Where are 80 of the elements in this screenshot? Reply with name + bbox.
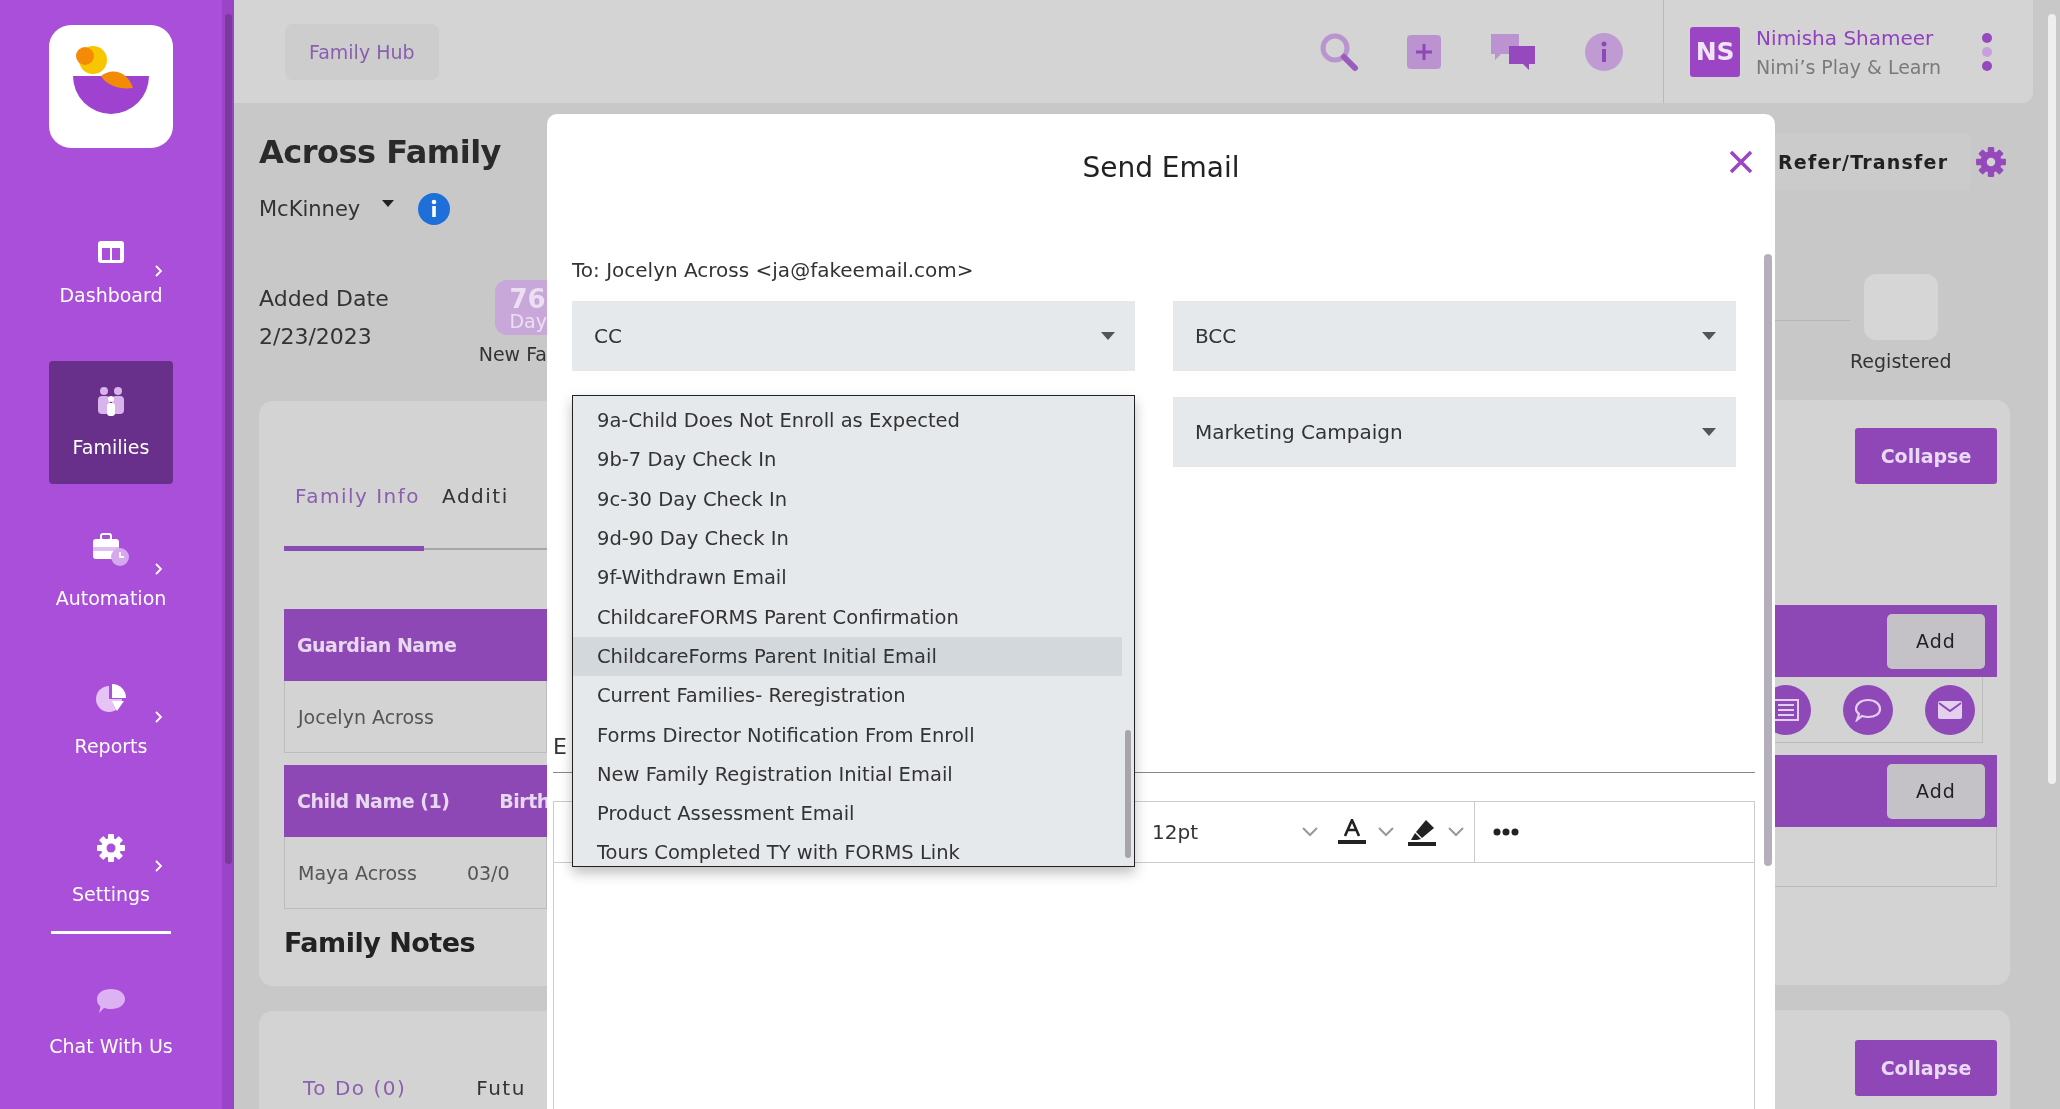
pie-chart-icon bbox=[95, 682, 127, 715]
cc-select[interactable]: CC bbox=[572, 301, 1135, 371]
table-cell: Maya Across bbox=[298, 861, 417, 884]
scrollbar[interactable] bbox=[1125, 730, 1131, 858]
sidebar-item[interactable]: Chat With Us bbox=[49, 960, 173, 1083]
dialog-title: Send Email bbox=[1082, 149, 1240, 184]
list-option[interactable]: 9a-Child Does Not Enroll as Expected bbox=[573, 401, 1122, 441]
envelope-icon[interactable] bbox=[1937, 699, 1963, 720]
email-button[interactable] bbox=[1925, 684, 1975, 735]
list-option[interactable]: ChildcareFORMS Parent Confirmation bbox=[573, 597, 1122, 637]
collapse-button[interactable]: Collapse bbox=[1855, 428, 1997, 484]
more-icon[interactable] bbox=[1493, 828, 1519, 836]
campaign-select[interactable]: Marketing Campaign bbox=[1173, 397, 1736, 467]
document-button[interactable] bbox=[1775, 684, 1811, 735]
list-option[interactable]: Forms Director Notification From Enroll bbox=[573, 715, 1122, 755]
search-icon[interactable] bbox=[1319, 31, 1360, 72]
sidebar-item[interactable]: Automation bbox=[49, 509, 173, 633]
chevron-icon[interactable] bbox=[1448, 827, 1464, 837]
added-date-label: Added Date bbox=[259, 285, 389, 313]
field-label: E bbox=[553, 734, 567, 759]
user-name: Nimisha Shameer bbox=[1756, 25, 1935, 50]
sidebar-item[interactable]: Settings bbox=[49, 807, 173, 931]
scrollbar[interactable] bbox=[2048, 14, 2056, 784]
caret-icon[interactable] bbox=[1702, 332, 1716, 340]
column-header: Guardian Name bbox=[297, 634, 457, 656]
chat-bubbles-icon[interactable] bbox=[1489, 31, 1538, 72]
add-icon[interactable] bbox=[1407, 34, 1442, 69]
list-option[interactable]: 9f-Withdrawn Email bbox=[573, 558, 1122, 598]
font-size-select[interactable]: 12pt bbox=[1152, 820, 1302, 844]
add-button[interactable]: Add bbox=[1887, 763, 1985, 819]
user-avatar[interactable]: NS bbox=[1690, 26, 1741, 77]
info-icon[interactable] bbox=[418, 193, 451, 225]
scrollbar[interactable] bbox=[225, 14, 232, 864]
chevron-icon[interactable] bbox=[1378, 827, 1394, 837]
caret-icon[interactable] bbox=[382, 199, 395, 207]
document-icon[interactable] bbox=[1775, 698, 1799, 721]
tab[interactable]: Additi bbox=[431, 484, 520, 548]
section-title: Family Notes bbox=[284, 927, 477, 958]
family-title: Across Family bbox=[259, 133, 502, 171]
tab[interactable]: Futu bbox=[476, 1075, 526, 1101]
message-button[interactable] bbox=[1843, 684, 1893, 735]
sidebar-item[interactable]: Dashboard bbox=[49, 211, 173, 335]
chevron-icon[interactable] bbox=[1302, 827, 1318, 837]
briefcase-clock-icon bbox=[91, 533, 131, 567]
bcc-select[interactable]: BCC bbox=[1173, 301, 1736, 371]
template-list[interactable] bbox=[572, 395, 1135, 867]
stage-label: Registered bbox=[1850, 350, 1952, 372]
list-option[interactable]: 9c-30 Day Check In bbox=[573, 479, 1122, 519]
scrollbar[interactable] bbox=[1764, 254, 1772, 866]
list-option[interactable]: Current Families- Reregistration bbox=[573, 676, 1122, 716]
recipient-text: To: Jocelyn Across <ja@fakeemail.com> bbox=[571, 257, 975, 284]
speech-bubble-icon[interactable] bbox=[1854, 697, 1882, 722]
settings-icon[interactable] bbox=[1975, 145, 2007, 178]
list-option[interactable]: Product Assessment Email bbox=[573, 793, 1122, 834]
list-option[interactable]: ChildcareForms Parent Initial Email bbox=[573, 636, 1122, 677]
highlighter-icon[interactable] bbox=[1408, 818, 1436, 846]
location-dropdown[interactable]: McKinney bbox=[259, 197, 361, 221]
chat-bubble-icon bbox=[95, 986, 127, 1015]
caret-icon[interactable] bbox=[1702, 428, 1716, 436]
list-option[interactable]: 9d-90 Day Check In bbox=[573, 518, 1122, 559]
caret-icon[interactable] bbox=[1101, 332, 1115, 340]
list-option[interactable]: 9b-7 Day Check In bbox=[573, 440, 1122, 480]
close-icon[interactable] bbox=[1729, 150, 1753, 174]
column-header: Child Name (1) bbox=[297, 790, 450, 812]
info-icon[interactable] bbox=[1585, 32, 1624, 71]
text-color-icon[interactable] bbox=[1338, 819, 1366, 845]
sidebar-item[interactable]: Reports bbox=[49, 658, 173, 782]
stage-label: New Fa bbox=[478, 343, 547, 365]
organization-name: Nimi’s Play & Learn bbox=[1756, 55, 1941, 78]
table-cell: Jocelyn Across bbox=[298, 705, 434, 728]
table-cell: 03/0 bbox=[466, 861, 510, 884]
list-option[interactable]: Tours Completed TY with FORMS Link bbox=[573, 833, 1122, 873]
list-option[interactable]: New Family Registration Initial Email bbox=[573, 754, 1122, 794]
settings-icon bbox=[96, 832, 126, 863]
layout-icon bbox=[97, 240, 125, 265]
family-icon bbox=[96, 386, 126, 417]
collapse-button[interactable]: Collapse bbox=[1855, 1040, 1997, 1096]
added-date: 2/23/2023 bbox=[259, 323, 373, 351]
add-button[interactable]: Add bbox=[1887, 613, 1985, 669]
sidebar-item[interactable]: Families bbox=[49, 360, 173, 484]
